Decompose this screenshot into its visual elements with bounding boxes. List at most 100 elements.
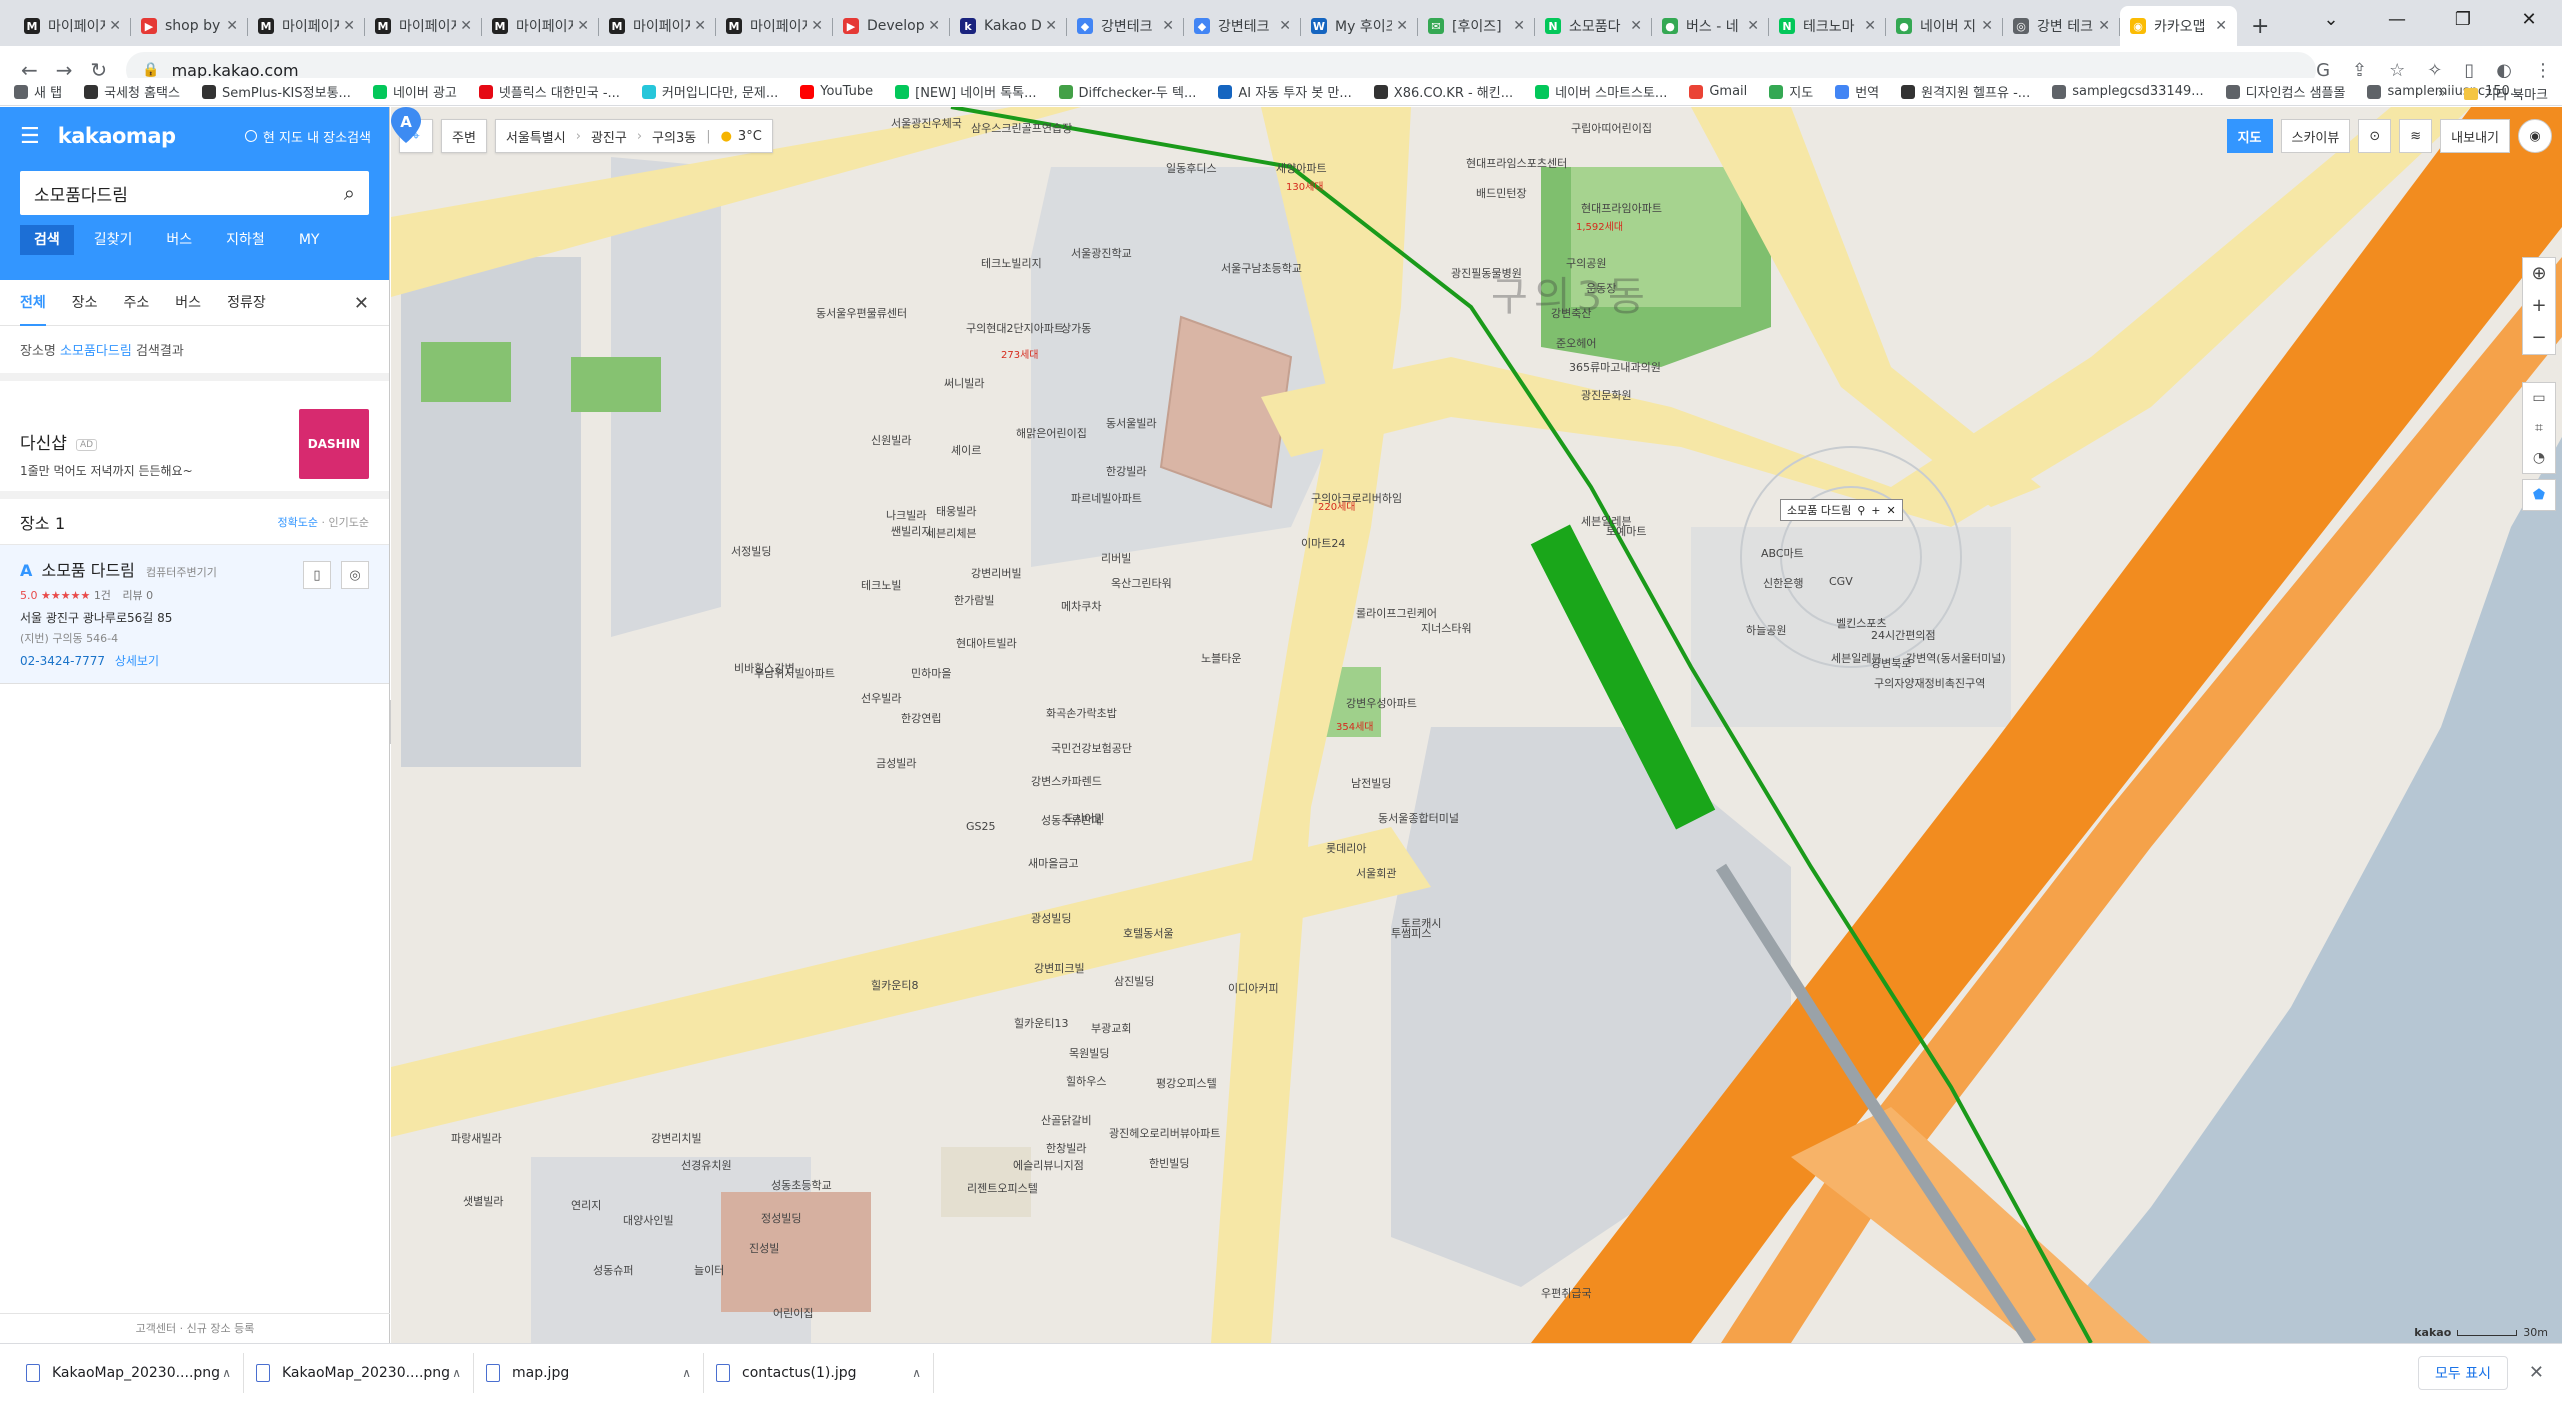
map-poi-label[interactable]: 강변피크빌: [1034, 962, 1085, 976]
map-poi-label[interactable]: 진성빌: [749, 1242, 779, 1256]
map-poi-label[interactable]: CGV: [1829, 575, 1853, 589]
map-poi-label[interactable]: 273세대: [1001, 350, 1039, 363]
download-item[interactable]: KakaoMap_20230....png ∧: [14, 1352, 244, 1393]
skyview-button[interactable]: 스카이뷰: [2280, 119, 2351, 153]
map-poi-label[interactable]: 동서울우편물류센터: [816, 307, 907, 321]
bookmark-item[interactable]: Gmail: [1689, 84, 1747, 99]
bookmark-item[interactable]: 지도: [1769, 82, 1813, 101]
nearby-button[interactable]: 주변: [441, 119, 487, 153]
tab-close-icon[interactable]: ✕: [1396, 18, 1408, 34]
map-poi-label[interactable]: 선우빌라: [861, 692, 901, 706]
map-poi-label[interactable]: 샛별빌라: [463, 1195, 503, 1209]
browser-tab[interactable]: N 테크노마 ✕: [1769, 6, 1886, 46]
map-poi-label[interactable]: GS25: [966, 820, 996, 834]
browser-tab[interactable]: N 소모품다 ✕: [1535, 6, 1652, 46]
map-poi-label[interactable]: 성동초등학교: [771, 1179, 832, 1193]
map-poi-label[interactable]: 130세대: [1286, 182, 1324, 195]
map-poi-label[interactable]: 늘이터: [694, 1264, 724, 1278]
map-poi-label[interactable]: 메차쿠차: [1061, 600, 1101, 614]
place-marker-pin[interactable]: A: [391, 107, 421, 143]
map-poi-label[interactable]: 24시간편의점: [1871, 629, 1936, 643]
place-result-item[interactable]: A 소모품 다드림 컴퓨터주변기기 5.0 ★★★★★ 1건 리뷰 0 서울 광…: [0, 545, 389, 684]
tab-close-icon[interactable]: ✕: [1747, 18, 1759, 34]
map-poi-label[interactable]: 구의현대2단지아파트: [966, 322, 1064, 336]
map-poi-label[interactable]: 365류마고내과의원: [1569, 361, 1661, 375]
map-poi-label[interactable]: 준오헤어: [1556, 337, 1596, 351]
map-poi-label[interactable]: 이마트24: [1301, 537, 1345, 551]
map-poi-label[interactable]: 힐하우스: [1066, 1075, 1106, 1089]
map-poi-label[interactable]: 우남위시빌아파트: [754, 667, 835, 681]
sub-tab[interactable]: 버스: [175, 280, 201, 326]
bookmark-item[interactable]: Diffchecker-두 텍...: [1058, 82, 1196, 101]
sort-popular[interactable]: 인기도순: [329, 516, 369, 529]
map-poi-label[interactable]: 신한은행: [1763, 577, 1803, 591]
map-view-button[interactable]: 지도: [2226, 119, 2273, 153]
map-poi-label[interactable]: 삼진빌딩: [1114, 975, 1154, 989]
map-poi-label[interactable]: 부광교회: [1091, 1022, 1131, 1036]
browser-tab[interactable]: k Kakao De✕: [950, 6, 1067, 46]
tab-close-icon[interactable]: ✕: [577, 18, 589, 34]
map-poi-label[interactable]: 현대아트빌라: [956, 637, 1017, 651]
map-poi-label[interactable]: 동서울종합터미널: [1378, 812, 1459, 826]
zoom-in-icon[interactable]: +: [2531, 290, 2546, 322]
map-poi-label[interactable]: 삼우스크린골프연습장: [971, 122, 1072, 136]
new-tab-button[interactable]: +: [2237, 6, 2283, 46]
roadview-icon[interactable]: ⊙: [2358, 119, 2392, 153]
restore-icon[interactable]: ❐: [2430, 0, 2496, 40]
map-poi-label[interactable]: 토르캐시: [1401, 917, 1441, 931]
tab-close-icon[interactable]: ✕: [694, 18, 706, 34]
map-poi-label[interactable]: 서울회관: [1356, 867, 1396, 881]
map-poi-label[interactable]: 이디아커피: [1228, 982, 1279, 996]
map-poi-label[interactable]: 리젠트오피스텔: [967, 1182, 1038, 1196]
map-poi-label[interactable]: 호텔동서울: [1123, 927, 1174, 941]
map-poi-label[interactable]: 배드민턴장: [1476, 187, 1527, 201]
download-item[interactable]: contactus(1).jpg ∧: [704, 1352, 934, 1393]
tab-close-icon[interactable]: ✕: [1981, 18, 1993, 34]
popup-title[interactable]: 소모품 다드림: [1787, 502, 1851, 518]
tab-close-icon[interactable]: ✕: [1162, 18, 1174, 34]
bookmark-item[interactable]: 국세청 홈택스: [84, 82, 180, 101]
bookmark-item[interactable]: AI 자동 투자 봇 만...: [1218, 82, 1352, 101]
browser-tab[interactable]: M 마이페이지✕: [482, 6, 599, 46]
hamburger-icon[interactable]: ☰: [20, 124, 40, 149]
tab-close-icon[interactable]: ✕: [2215, 18, 2227, 34]
bookmark-item[interactable]: samplegcsd33149...: [2052, 84, 2204, 99]
map-poi-label[interactable]: 선경유치원: [681, 1159, 732, 1173]
bookmark-item[interactable]: 원격지원 헬프유 -...: [1901, 82, 2030, 101]
map-poi-label[interactable]: 광성빌딩: [1031, 912, 1071, 926]
map-poi-label[interactable]: 하늘공원: [1746, 624, 1786, 638]
bookmark-item[interactable]: 네이버 광고: [372, 82, 457, 101]
tab-close-icon[interactable]: ✕: [1864, 18, 1876, 34]
breadcrumb-city[interactable]: 서울특별시: [506, 127, 566, 146]
map-poi-label[interactable]: 서울광진학교: [1071, 247, 1132, 261]
current-location-icon[interactable]: ⊕: [2531, 258, 2546, 290]
sub-tab[interactable]: 주소: [124, 280, 150, 326]
map-poi-label[interactable]: 우편취급국: [1541, 1287, 1592, 1301]
map-poi-label[interactable]: 테크노빌: [861, 579, 901, 593]
main-tab[interactable]: 지하철: [212, 225, 279, 255]
map-poi-label[interactable]: 한강빌라: [1106, 465, 1146, 479]
popup-close-icon[interactable]: ✕: [1887, 504, 1896, 517]
main-tab[interactable]: 검색: [20, 225, 74, 255]
map-poi-label[interactable]: 강변리버빌: [971, 567, 1022, 581]
browser-tab[interactable]: ▶ Developm✕: [833, 6, 950, 46]
map-poi-label[interactable]: 롤라이프그린케어: [1356, 607, 1437, 621]
sort-accuracy[interactable]: 정확도순: [278, 516, 318, 529]
map-poi-label[interactable]: 옥산그린타워: [1111, 577, 1172, 591]
bookmark-item[interactable]: 커머입니다만, 문제...: [641, 82, 778, 101]
map-poi-label[interactable]: 354세대: [1336, 722, 1374, 735]
place-name[interactable]: 소모품 다드림: [41, 561, 134, 580]
browser-tab[interactable]: M 마이페이지✕: [599, 6, 716, 46]
close-download-bar-icon[interactable]: ✕: [2529, 1362, 2544, 1383]
map-poi-label[interactable]: 상가동: [1061, 322, 1091, 336]
area-icon[interactable]: ⌗: [2535, 413, 2543, 443]
map-poi-label[interactable]: 지너스타워: [1421, 622, 1472, 636]
close-icon[interactable]: ✕: [354, 293, 369, 314]
map-poi-label[interactable]: 에슬리뷰니지점: [1013, 1159, 1084, 1173]
main-tab[interactable]: 버스: [152, 225, 206, 255]
browser-tab[interactable]: M 마이페이지✕: [365, 6, 482, 46]
map-poi-label[interactable]: 강변리치빌: [651, 1132, 702, 1146]
map-poi-label[interactable]: 민하마을: [911, 667, 951, 681]
map-poi-label[interactable]: 연리지: [571, 1199, 601, 1213]
browser-tab[interactable]: M 마이페이지✕: [248, 6, 365, 46]
